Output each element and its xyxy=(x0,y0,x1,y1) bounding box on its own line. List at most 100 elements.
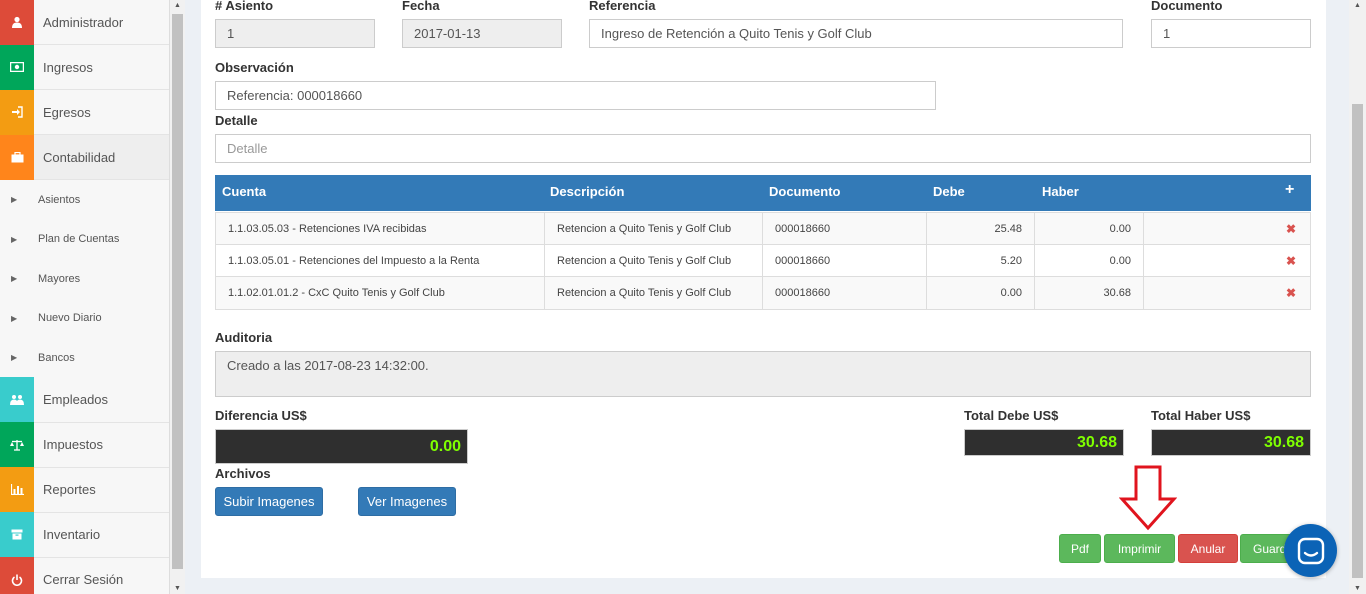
total-debe-label: Total Debe US$ xyxy=(964,408,1059,423)
delete-row-icon[interactable]: ✖ xyxy=(1286,254,1296,268)
column-header-debe: Debe xyxy=(933,184,965,199)
diferencia-label: Diferencia US$ xyxy=(215,408,307,423)
sidebar-item-impuestos[interactable]: Impuestos xyxy=(0,422,169,468)
sidebar-subitem-nuevo-diario[interactable]: ▶ Nuevo Diario xyxy=(0,298,169,338)
cell-descripcion[interactable]: Retencion a Quito Tenis y Golf Club xyxy=(545,245,763,276)
pdf-button[interactable]: Pdf xyxy=(1059,534,1101,563)
sidebar-scrollbar-thumb[interactable] xyxy=(172,14,183,569)
ver-imagenes-button[interactable]: Ver Imagenes xyxy=(358,487,456,516)
cell-descripcion[interactable]: Retencion a Quito Tenis y Golf Club xyxy=(545,213,763,244)
detalle-label: Detalle xyxy=(215,113,258,128)
asiento-field[interactable]: 1 xyxy=(215,19,375,48)
caret-right-icon: ▶ xyxy=(11,195,18,205)
cell-documento[interactable]: 000018660 xyxy=(763,213,927,244)
caret-right-icon: ▶ xyxy=(11,274,18,284)
cell-debe[interactable]: 25.48 xyxy=(927,213,1035,244)
asiento-label: # Asiento xyxy=(215,0,274,13)
caret-right-icon: ▶ xyxy=(11,313,18,323)
cell-haber[interactable]: 0.00 xyxy=(1035,213,1144,244)
auditoria-label: Auditoria xyxy=(215,330,273,345)
documento-field[interactable]: 1 xyxy=(1151,19,1311,48)
observacion-field[interactable]: Referencia: 000018660 xyxy=(215,81,936,110)
cell-haber[interactable]: 0.00 xyxy=(1035,245,1144,276)
scroll-up-arrow-icon[interactable]: ▲ xyxy=(1349,2,1366,9)
table-body: 1.1.03.05.03 - Retenciones IVA recibidas… xyxy=(215,212,1311,310)
total-haber-label: Total Haber US$ xyxy=(1151,408,1251,423)
anular-button[interactable]: Anular xyxy=(1178,534,1238,563)
fecha-label: Fecha xyxy=(402,0,440,13)
column-header-cuenta: Cuenta xyxy=(222,184,267,199)
cell-cuenta[interactable]: 1.1.03.05.03 - Retenciones IVA recibidas xyxy=(216,213,545,244)
users-icon xyxy=(0,377,34,422)
imprimir-button[interactable]: Imprimir xyxy=(1104,534,1175,563)
sidebar-item-contabilidad[interactable]: Contabilidad xyxy=(0,134,169,180)
auditoria-field[interactable]: Creado a las 2017-08-23 14:32:00. xyxy=(215,351,1311,397)
money-icon xyxy=(0,44,34,90)
observacion-label: Observación xyxy=(215,60,294,75)
subir-imagenes-button[interactable]: Subir Imagenes xyxy=(215,487,323,516)
briefcase-icon xyxy=(0,134,34,180)
table-header: Cuenta Descripción Documento Debe Haber … xyxy=(215,175,1311,211)
bar-chart-icon xyxy=(0,467,34,512)
scroll-down-arrow-icon[interactable]: ▼ xyxy=(1349,585,1366,592)
caret-right-icon: ▶ xyxy=(11,234,18,244)
sidebar: Administrador Ingresos Egresos Contabili… xyxy=(0,0,170,594)
table-row: 1.1.03.05.01 - Retenciones del Impuesto … xyxy=(216,245,1310,277)
column-header-haber: Haber xyxy=(1042,184,1079,199)
cell-cuenta[interactable]: 1.1.02.01.01.2 - CxC Quito Tenis y Golf … xyxy=(216,277,545,309)
sidebar-item-label: Contabilidad xyxy=(43,149,116,165)
sidebar-item-label: Inventario xyxy=(43,527,101,542)
cell-descripcion[interactable]: Retencion a Quito Tenis y Golf Club xyxy=(545,277,763,309)
sidebar-item-label: Egresos xyxy=(43,104,91,120)
cell-documento[interactable]: 000018660 xyxy=(763,277,927,309)
balance-scale-icon xyxy=(0,422,34,467)
page-scrollbar[interactable]: ▲ ▼ xyxy=(1349,0,1366,594)
add-row-button[interactable]: + xyxy=(1285,181,1294,199)
column-header-documento: Documento xyxy=(769,184,841,199)
sidebar-item-administrador[interactable]: Administrador xyxy=(0,0,169,45)
sidebar-subitem-bancos[interactable]: ▶ Bancos xyxy=(0,338,169,378)
referencia-label: Referencia xyxy=(589,0,656,13)
archivos-label: Archivos xyxy=(215,466,271,481)
diferencia-field: 0.00 xyxy=(215,429,468,464)
chat-launcher-button[interactable] xyxy=(1284,524,1337,577)
sidebar-item-empleados[interactable]: Empleados xyxy=(0,377,169,423)
scroll-up-arrow-icon[interactable]: ▲ xyxy=(170,2,185,9)
sidebar-item-inventario[interactable]: Inventario xyxy=(0,512,169,558)
delete-row-icon[interactable]: ✖ xyxy=(1286,286,1296,300)
sidebar-item-label: Ingresos xyxy=(43,59,93,75)
sidebar-item-reportes[interactable]: Reportes xyxy=(0,467,169,513)
scroll-down-arrow-icon[interactable]: ▼ xyxy=(170,585,185,592)
sign-in-icon xyxy=(0,89,34,135)
sidebar-item-cerrar-sesion[interactable]: Cerrar Sesión xyxy=(0,557,169,594)
sidebar-item-ingresos[interactable]: Ingresos xyxy=(0,44,169,90)
cell-debe[interactable]: 5.20 xyxy=(927,245,1035,276)
column-header-descripcion: Descripción xyxy=(550,184,625,199)
power-icon xyxy=(0,557,34,594)
page-scrollbar-thumb[interactable] xyxy=(1352,104,1363,578)
cell-debe[interactable]: 0.00 xyxy=(927,277,1035,309)
user-icon xyxy=(0,0,34,45)
sidebar-item-egresos[interactable]: Egresos xyxy=(0,89,169,135)
detalle-input[interactable]: Detalle xyxy=(215,134,1311,163)
box-icon xyxy=(0,512,34,557)
sidebar-scrollbar[interactable]: ▲ ▼ xyxy=(170,0,185,594)
sidebar-item-label: Empleados xyxy=(43,392,109,407)
sidebar-subitem-asientos[interactable]: ▶ Asientos xyxy=(0,180,169,220)
sidebar-item-label: Cerrar Sesión xyxy=(43,572,124,587)
fecha-field[interactable]: 2017-01-13 xyxy=(402,19,562,48)
table-row: 1.1.03.05.03 - Retenciones IVA recibidas… xyxy=(216,213,1310,245)
sidebar-item-label: Reportes xyxy=(43,482,96,497)
delete-row-icon[interactable]: ✖ xyxy=(1286,222,1296,236)
sidebar-item-label: Impuestos xyxy=(43,437,103,452)
sidebar-subitem-mayores[interactable]: ▶ Mayores xyxy=(0,259,169,299)
total-haber-field: 30.68 xyxy=(1151,429,1311,456)
caret-right-icon: ▶ xyxy=(11,353,18,363)
cell-documento[interactable]: 000018660 xyxy=(763,245,927,276)
referencia-field[interactable]: Ingreso de Retención a Quito Tenis y Gol… xyxy=(589,19,1123,48)
documento-label: Documento xyxy=(1151,0,1223,13)
cell-haber[interactable]: 30.68 xyxy=(1035,277,1144,309)
table-row: 1.1.02.01.01.2 - CxC Quito Tenis y Golf … xyxy=(216,277,1310,309)
cell-cuenta[interactable]: 1.1.03.05.01 - Retenciones del Impuesto … xyxy=(216,245,545,276)
sidebar-subitem-plan-de-cuentas[interactable]: ▶ Plan de Cuentas xyxy=(0,219,169,259)
